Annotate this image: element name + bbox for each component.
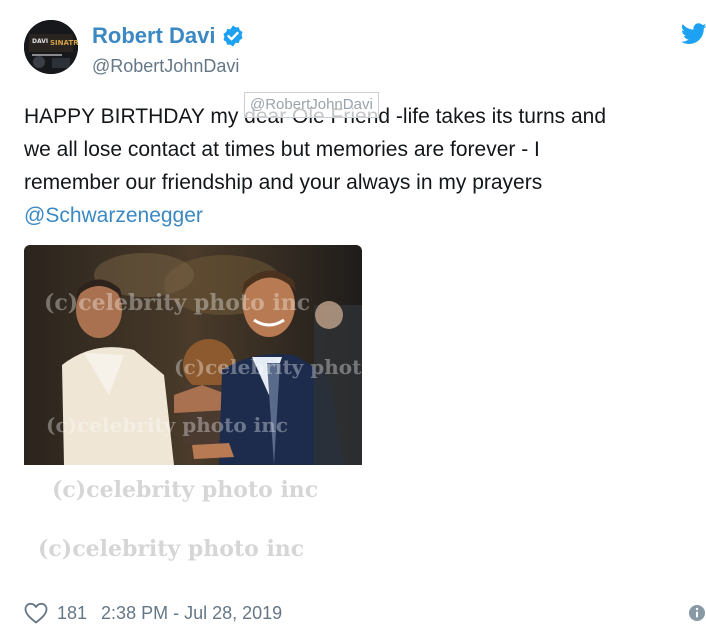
photo-watermark: (c)celebrity photo inc — [46, 413, 288, 437]
tweet-text-line: we all lose contact at times but memorie… — [24, 138, 540, 161]
photo-watermark: (c)celebrity photo inc — [38, 536, 305, 562]
like-count[interactable]: 181 — [57, 603, 87, 624]
mention-link[interactable]: @Schwarzenegger — [24, 199, 699, 232]
author-handle[interactable]: @RobertJohnDavi — [92, 56, 239, 77]
tweet-text-line: remember our friendship and your always … — [24, 171, 543, 194]
tweet-card: DAVI SINATRA Robert Davi @RobertJohnDavi… — [0, 0, 706, 638]
photo-watermark: (c)celebrity photo inc — [44, 290, 311, 316]
author-display-name[interactable]: Robert Davi — [92, 23, 215, 49]
info-icon[interactable] — [688, 604, 706, 622]
twitter-bird-icon[interactable] — [681, 23, 706, 45]
photo-watermark: (c)celebrity photo inc — [174, 355, 362, 379]
svg-text:DAVI: DAVI — [32, 38, 48, 45]
handle-watermark: @RobertJohnDavi — [244, 92, 379, 118]
heart-icon[interactable] — [24, 602, 48, 624]
tweet-footer: 181 2:38 PM - Jul 28, 2019 — [24, 600, 282, 626]
verified-badge-icon — [223, 25, 243, 47]
tweet-text: HAPPY BIRTHDAY my dear Ole Friend -life … — [24, 100, 699, 232]
tweet-media[interactable]: (c)celebrity photo inc (c)celebrity phot… — [24, 245, 362, 584]
tweet-timestamp[interactable]: 2:38 PM - Jul 28, 2019 — [101, 603, 282, 624]
photo-watermark: (c)celebrity photo inc — [52, 477, 319, 503]
author-name-row[interactable]: Robert Davi — [92, 22, 245, 50]
avatar[interactable]: DAVI SINATRA — [24, 20, 78, 74]
svg-text:SINATRA: SINATRA — [50, 39, 78, 47]
